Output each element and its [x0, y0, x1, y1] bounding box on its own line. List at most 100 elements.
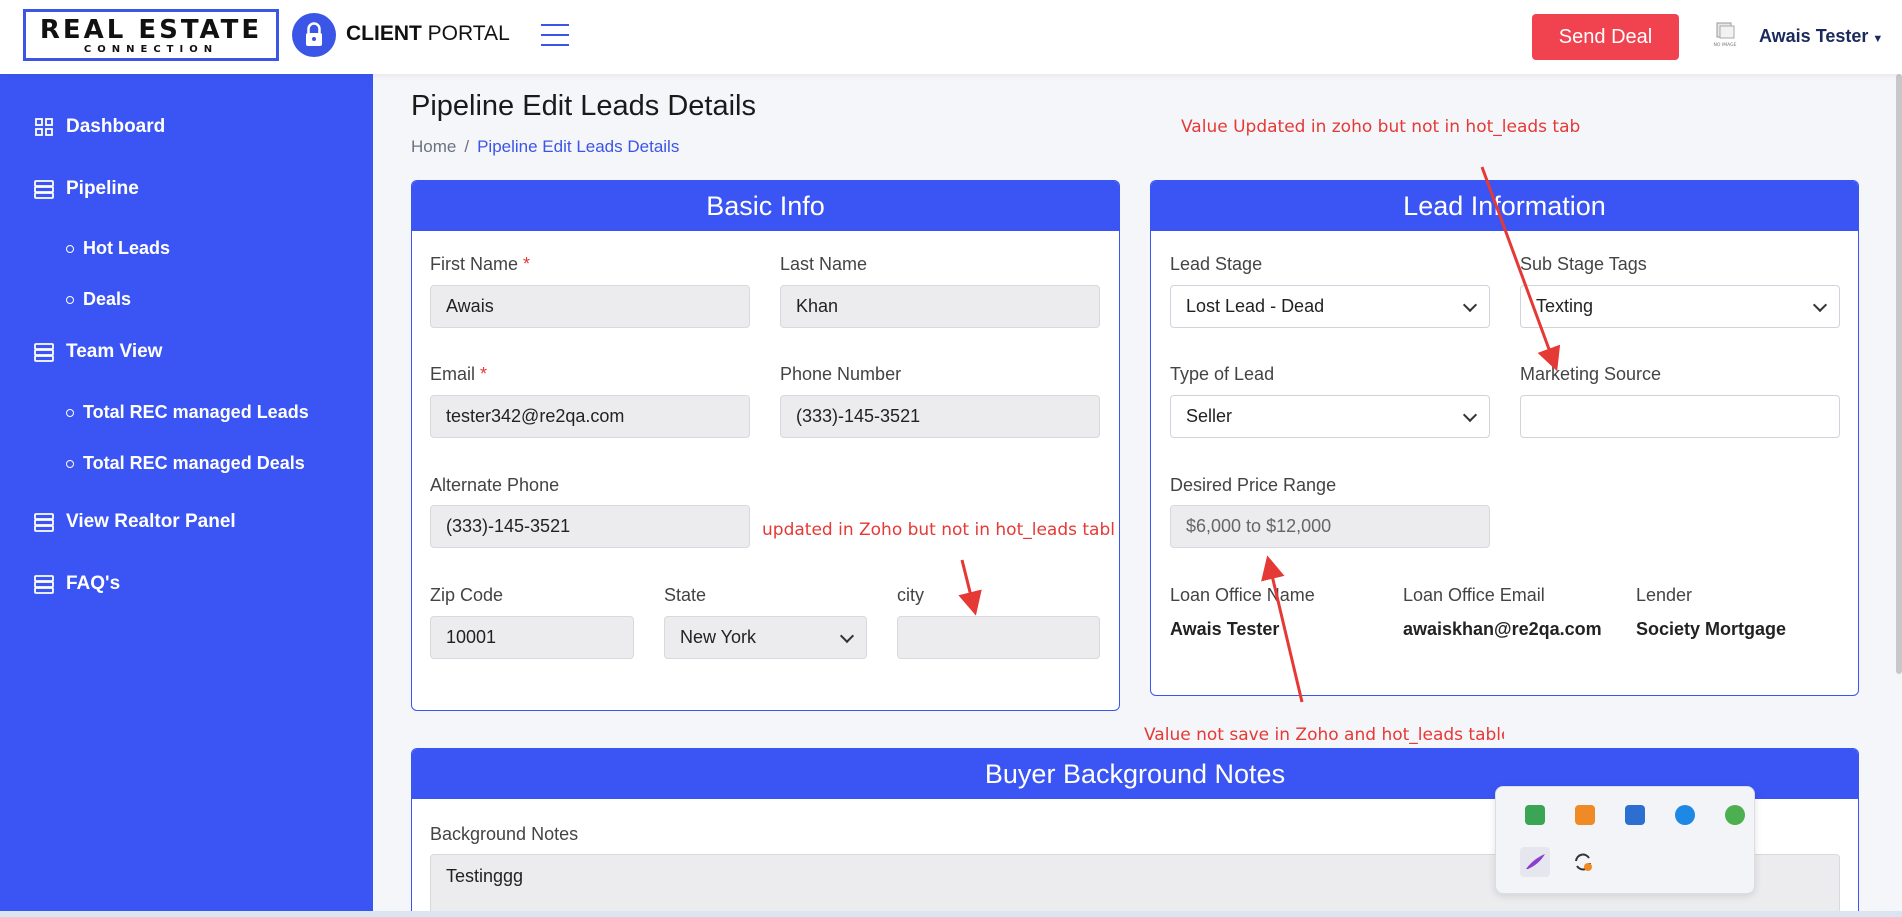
- price-range-input[interactable]: $6,000 to $12,000: [1170, 505, 1490, 548]
- user-menu[interactable]: Awais Tester ▼: [1759, 26, 1883, 47]
- breadcrumb-current: Pipeline Edit Leads Details: [477, 137, 680, 156]
- sidebar-item-hot-leads[interactable]: Hot Leads: [66, 238, 170, 259]
- sidebar-item-label: Hot Leads: [83, 238, 171, 258]
- city-label: city: [897, 585, 924, 605]
- sidebar-item-deals[interactable]: Deals: [66, 289, 131, 310]
- circle-icon: [66, 295, 74, 304]
- alt-phone-label: Alternate Phone: [430, 475, 560, 495]
- bottom-edge: [0, 911, 1902, 917]
- zip-input[interactable]: 10001: [430, 616, 634, 659]
- phone-input[interactable]: (333)-145-3521: [780, 395, 1100, 438]
- type-of-lead-value: Seller: [1186, 406, 1233, 426]
- sub-stage-select[interactable]: Texting: [1520, 285, 1840, 328]
- sidebar-item-label: Pipeline: [66, 178, 139, 199]
- grid-icon: [35, 118, 53, 136]
- lead-stage-label: Lead Stage: [1170, 254, 1263, 274]
- type-of-lead-label: Type of Lead: [1170, 364, 1275, 384]
- checkmark-icon[interactable]: [1525, 805, 1545, 825]
- list-icon: [34, 575, 54, 594]
- lead-info-title: Lead Information: [1151, 181, 1858, 231]
- sidebar-item-label: Dashboard: [66, 116, 166, 137]
- shield-warning-icon[interactable]: [1625, 805, 1645, 825]
- sidebar-item-realtor-panel[interactable]: View Realtor Panel: [34, 511, 236, 533]
- circle-icon: [66, 408, 74, 417]
- last-name-label: Last Name: [780, 254, 868, 274]
- page-scrollbar[interactable]: [1896, 74, 1902, 674]
- list-icon: [34, 513, 54, 532]
- breadcrumb-home-link[interactable]: Home: [411, 137, 456, 156]
- logo-main-text: REAL ESTATE: [39, 14, 263, 45]
- zip-label: Zip Code: [430, 585, 504, 605]
- state-select[interactable]: New York: [664, 616, 867, 659]
- state-value: New York: [680, 627, 757, 647]
- breadcrumb: Home / Pipeline Edit Leads Details: [411, 137, 680, 156]
- phone-label: Phone Number: [780, 364, 902, 384]
- portal-title: CLIENT PORTAL: [346, 22, 510, 45]
- page-title: Pipeline Edit Leads Details: [411, 90, 756, 122]
- email-input[interactable]: tester342@re2qa.com: [430, 395, 750, 438]
- globe-icon[interactable]: [1725, 805, 1745, 825]
- chevron-down-icon: [1812, 297, 1828, 313]
- first-name-input[interactable]: Awais: [430, 285, 750, 328]
- system-tray-popup: [1495, 786, 1755, 894]
- sidebar-item-label: FAQ's: [66, 573, 121, 594]
- lender-label: Lender: [1636, 585, 1693, 605]
- list-icon: [34, 180, 54, 199]
- logo-sub-text: CONNECTION: [83, 43, 219, 55]
- sidebar-item-pipeline[interactable]: Pipeline: [34, 178, 139, 200]
- background-notes-label: Background Notes: [430, 824, 579, 844]
- city-input[interactable]: [897, 616, 1100, 659]
- sidebar-item-team-view[interactable]: Team View: [34, 341, 162, 363]
- sidebar-item-total-rec-deals[interactable]: Total REC managed Deals: [66, 453, 305, 474]
- chevron-down-icon: [1462, 407, 1478, 423]
- basic-info-title: Basic Info: [412, 181, 1119, 231]
- first-name-label: First Name *: [430, 254, 531, 274]
- sidebar-item-label: View Realtor Panel: [66, 511, 236, 532]
- sidebar-item-total-rec-leads[interactable]: Total REC managed Leads: [66, 402, 309, 423]
- loan-officer-email-value: awaiskhan@re2qa.com: [1403, 619, 1602, 639]
- sidebar-item-dashboard[interactable]: Dashboard: [34, 116, 165, 138]
- last-name-input[interactable]: Khan: [780, 285, 1100, 328]
- loan-officer-email-label: Loan Office Email: [1403, 585, 1545, 605]
- lightning-icon[interactable]: [1675, 805, 1695, 825]
- chevron-down-icon: [839, 628, 855, 644]
- caret-down-icon: ▼: [1872, 33, 1884, 45]
- loan-officer-name-label: Loan Office Name: [1170, 585, 1315, 605]
- lead-stage-select[interactable]: Lost Lead - Dead: [1170, 285, 1490, 328]
- marketing-source-label: Marketing Source: [1520, 364, 1662, 384]
- lead-stage-value: Lost Lead - Dead: [1186, 296, 1325, 316]
- email-label: Email *: [430, 364, 488, 384]
- top-header: REAL ESTATE CONNECTION CLIENT PORTAL Sen…: [0, 0, 1902, 74]
- sub-stage-value: Texting: [1536, 296, 1594, 316]
- sidebar-item-faqs[interactable]: FAQ's: [34, 573, 120, 595]
- sidebar-item-label: Total REC managed Leads: [83, 402, 309, 422]
- sidebar-item-label: Total REC managed Deals: [83, 453, 305, 473]
- sidebar-item-label: Deals: [83, 289, 132, 309]
- logo[interactable]: REAL ESTATE CONNECTION: [23, 9, 279, 61]
- sync-icon[interactable]: [1572, 851, 1592, 871]
- circle-icon: [66, 244, 74, 253]
- svg-text:NO IMAGE: NO IMAGE: [1714, 42, 1737, 48]
- menu-toggle-icon[interactable]: [541, 24, 569, 48]
- price-range-label: Desired Price Range: [1170, 475, 1337, 495]
- circle-icon: [66, 459, 74, 468]
- lock-icon: [292, 13, 336, 57]
- sidebar: Dashboard Pipeline Hot Leads Deals Team …: [0, 74, 373, 917]
- feather-icon[interactable]: [1520, 847, 1550, 877]
- annotation-bottom: Value not save in Zoho and hot_leads tab…: [1144, 725, 1504, 745]
- annotation-middle: updated in Zoho but not in hot_leads tab…: [762, 520, 1115, 540]
- annotation-top: Value Updated in zoho but not in hot_lea…: [1181, 117, 1581, 137]
- lender-value: Society Mortgage: [1636, 619, 1787, 639]
- chevron-down-icon: [1462, 297, 1478, 313]
- send-deal-button[interactable]: Send Deal: [1532, 14, 1679, 60]
- state-label: State: [664, 585, 707, 605]
- sub-stage-label: Sub Stage Tags: [1520, 254, 1647, 274]
- type-of-lead-select[interactable]: Seller: [1170, 395, 1490, 438]
- alt-phone-input[interactable]: (333)-145-3521: [430, 505, 750, 548]
- user-avatar[interactable]: NO IMAGE: [1710, 20, 1740, 50]
- marketing-source-input[interactable]: [1520, 395, 1840, 438]
- list-icon: [34, 343, 54, 362]
- sidebar-item-label: Team View: [66, 341, 163, 362]
- loan-officer-name-value: Awais Tester: [1170, 619, 1280, 639]
- xampp-icon[interactable]: [1575, 805, 1595, 825]
